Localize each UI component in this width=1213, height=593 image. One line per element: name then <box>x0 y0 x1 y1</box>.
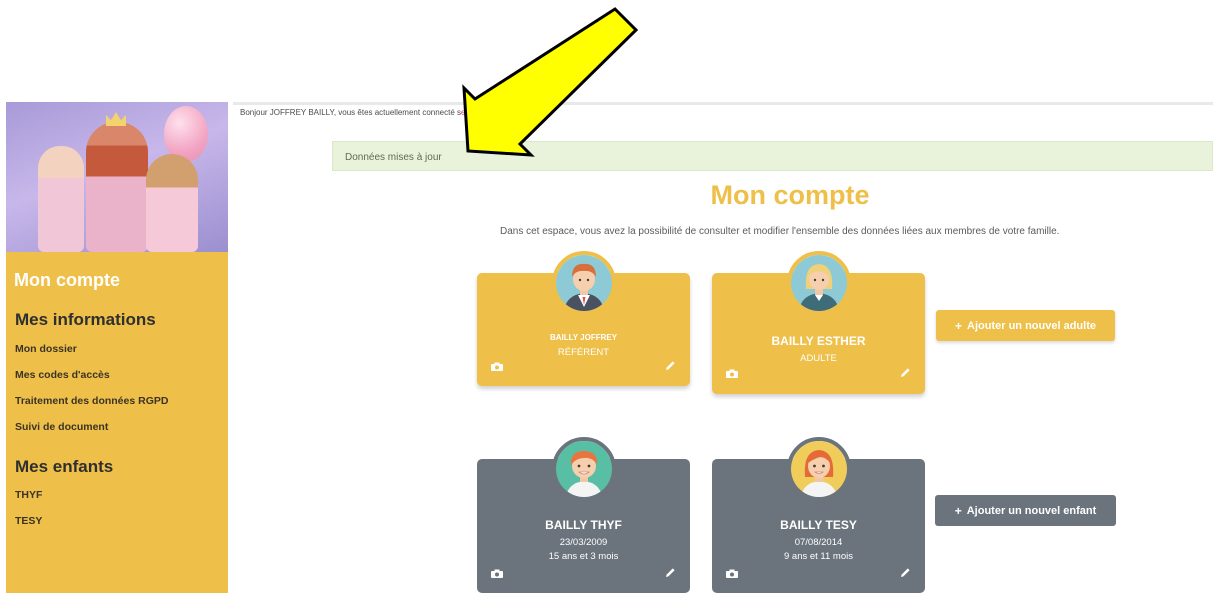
plus-icon: + <box>955 318 963 333</box>
camera-icon[interactable] <box>491 569 503 578</box>
adult-role: ADULTE <box>800 353 837 364</box>
sidebar-heading-informations: Mes informations <box>15 310 156 329</box>
child-name: BAILLY TESY <box>780 518 857 532</box>
pencil-icon[interactable] <box>899 567 911 579</box>
child-card-tesy[interactable]: BAILLY TESY 07/08/2014 9 ans et 11 mois <box>712 437 925 593</box>
alert-message: Données mises à jour <box>345 152 442 163</box>
sidebar-item-rgpd[interactable]: Traitement des données RGPD <box>15 395 168 407</box>
camera-icon[interactable] <box>726 569 738 578</box>
child-name: BAILLY THYF <box>545 518 622 532</box>
pencil-icon[interactable] <box>664 360 676 372</box>
sidebar-title: Mon compte <box>14 270 120 290</box>
child-figure <box>38 146 84 252</box>
plus-icon: + <box>954 503 962 518</box>
adult-card-esther[interactable]: BAILLY ESTHER ADULTE <box>712 251 925 394</box>
add-adult-button[interactable]: + Ajouter un nouvel adulte <box>936 310 1115 341</box>
sidebar-item-codes-acces[interactable]: Mes codes d'accès <box>15 369 110 381</box>
adult-name: BAILLY JOFFREY <box>549 333 618 342</box>
crown-shape <box>106 112 126 126</box>
child-age: 9 ans et 11 mois <box>783 551 853 562</box>
girl-figure <box>146 154 198 252</box>
sidebar-item-child-thyf[interactable]: THYF <box>15 489 42 501</box>
greeting-link[interactable]: e <box>461 108 465 117</box>
pencil-icon[interactable] <box>899 367 911 379</box>
sidebar-item-child-tesy[interactable]: TESY <box>15 515 42 527</box>
family-hero-image <box>6 102 228 252</box>
greeting-text: Bonjour JOFFREY BAILLY, vous êtes actuel… <box>240 108 465 117</box>
avatar-girl-icon <box>787 437 851 501</box>
add-adult-label: Ajouter un nouvel adulte <box>967 319 1096 332</box>
sidebar: Mon compte Mes informations Mon dossier … <box>6 102 228 593</box>
avatar-boy-icon <box>552 437 616 501</box>
sidebar-item-mon-dossier[interactable]: Mon dossier <box>15 343 77 355</box>
child-birthdate: 23/03/2009 <box>559 537 608 548</box>
father-figure <box>86 122 148 252</box>
avatar-woman-icon <box>787 251 851 315</box>
greeting-message: Bonjour JOFFREY BAILLY, vous êtes actuel… <box>240 108 462 117</box>
intro-text: Dans cet espace, vous avez la possibilit… <box>500 226 1060 237</box>
adult-role: RÉFÉRENT <box>557 347 610 358</box>
pencil-icon[interactable] <box>664 567 676 579</box>
camera-icon[interactable] <box>726 369 738 378</box>
child-card-thyf[interactable]: BAILLY THYF 23/03/2009 15 ans et 3 mois <box>477 437 690 593</box>
avatar-man-icon <box>552 251 616 315</box>
adult-card-joffrey[interactable]: BAILLY JOFFREY RÉFÉRENT <box>477 251 690 386</box>
child-birthdate: 07/08/2014 <box>794 537 843 548</box>
page-title: Mon compte <box>710 180 870 210</box>
sidebar-item-suivi-document[interactable]: Suivi de document <box>15 421 108 433</box>
success-alert: Données mises à jour <box>332 141 1213 171</box>
adult-name: BAILLY ESTHER <box>771 334 866 348</box>
add-child-label: Ajouter un nouvel enfant <box>966 504 1097 517</box>
sidebar-heading-enfants: Mes enfants <box>15 457 114 476</box>
child-age: 15 ans et 3 mois <box>548 551 619 562</box>
add-child-button[interactable]: + Ajouter un nouvel enfant <box>935 495 1116 526</box>
top-divider <box>233 102 1213 105</box>
camera-icon[interactable] <box>491 362 503 371</box>
